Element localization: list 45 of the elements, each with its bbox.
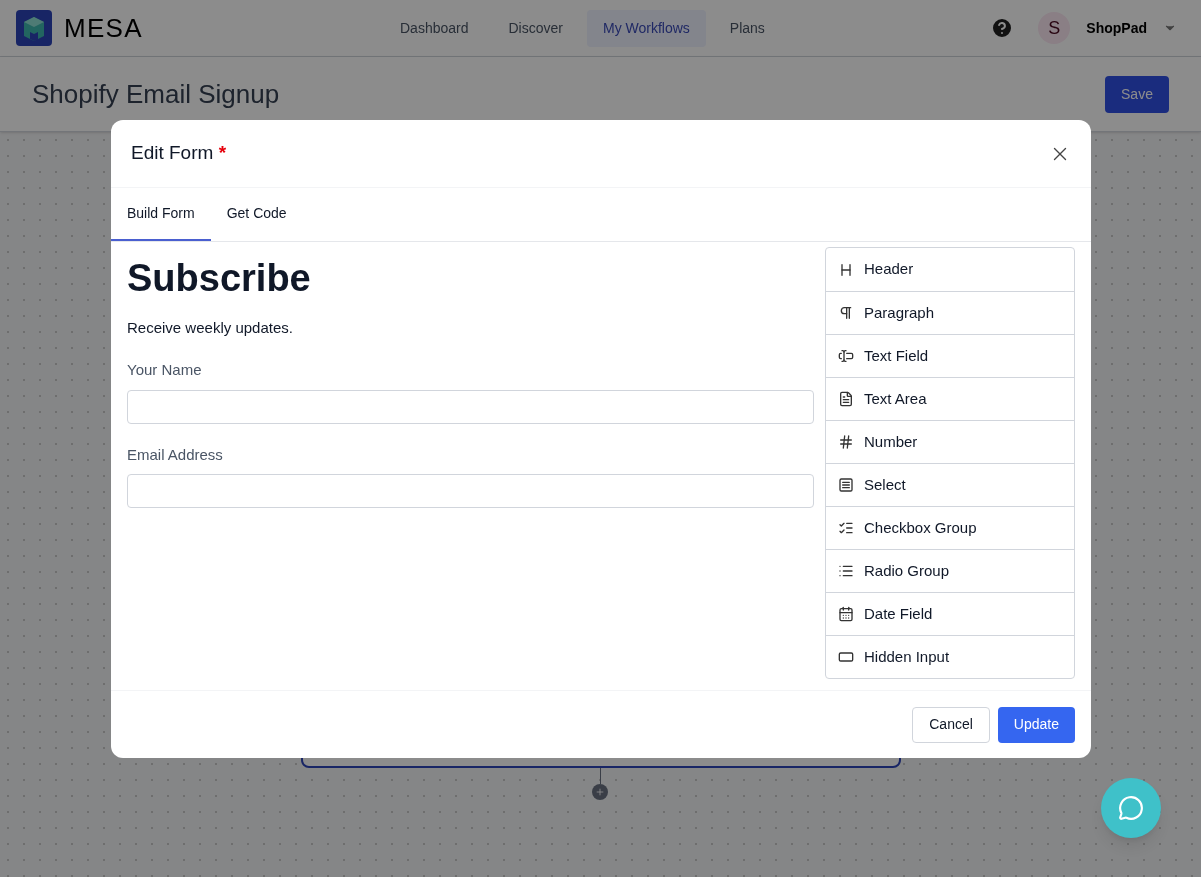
input-field[interactable] [127, 389, 814, 424]
page-title: Shopify Email Signup [32, 77, 280, 111]
checklist-icon [838, 520, 854, 536]
add-step-button[interactable] [592, 784, 608, 800]
save-button[interactable]: Save [1105, 75, 1169, 113]
field-label: Email Address [127, 444, 224, 465]
form-heading: Subscribe [127, 256, 312, 301]
heading-icon [838, 261, 854, 278]
field-label: Your Name [127, 360, 203, 380]
nav-link[interactable]: Dashboard [384, 9, 485, 47]
chat-button[interactable] [1101, 778, 1161, 838]
palette-item[interactable]: Checkbox Group [826, 506, 1074, 549]
palette-item[interactable]: Date Field [826, 592, 1074, 635]
tab[interactable]: Get Code [210, 188, 303, 241]
palette-item[interactable]: Radio Group [826, 549, 1074, 592]
avatar: S [1038, 12, 1071, 44]
palette-item[interactable]: Text Area [826, 377, 1074, 420]
palette-item[interactable]: Text Field [826, 334, 1074, 377]
tab[interactable]: Build Form [111, 188, 211, 241]
palette-item[interactable]: Paragraph [826, 291, 1074, 334]
document-icon [838, 391, 854, 407]
chat-bubble-icon [1118, 795, 1144, 821]
dialog-title: Edit Form * [131, 141, 227, 166]
text-input-icon [838, 348, 854, 364]
menu-box-icon [838, 477, 854, 493]
cube-logo-icon [16, 10, 52, 46]
form-description: Receive weekly updates. [127, 317, 294, 338]
pilcrow-icon [838, 305, 854, 321]
brand-name: MESA [64, 11, 143, 45]
palette-item[interactable]: Select [826, 463, 1074, 506]
palette-item[interactable]: Hidden Input [826, 635, 1074, 678]
cancel-button[interactable]: Cancel [912, 706, 990, 743]
palette-item[interactable]: Header [826, 248, 1074, 291]
nav-link[interactable]: Plans [713, 9, 781, 47]
input-field[interactable] [127, 474, 814, 508]
rectangle-icon [838, 649, 854, 665]
account-name[interactable]: ShopPad [1086, 17, 1147, 39]
nav-link[interactable]: My Workflows [586, 9, 706, 47]
calendar-icon [838, 606, 854, 622]
palette-item[interactable]: Number [826, 420, 1074, 463]
update-button[interactable]: Update [997, 706, 1075, 743]
nav-link[interactable]: Discover [492, 9, 579, 47]
plus-icon [595, 787, 605, 797]
hash-icon [838, 434, 854, 450]
list-icon [838, 563, 854, 579]
